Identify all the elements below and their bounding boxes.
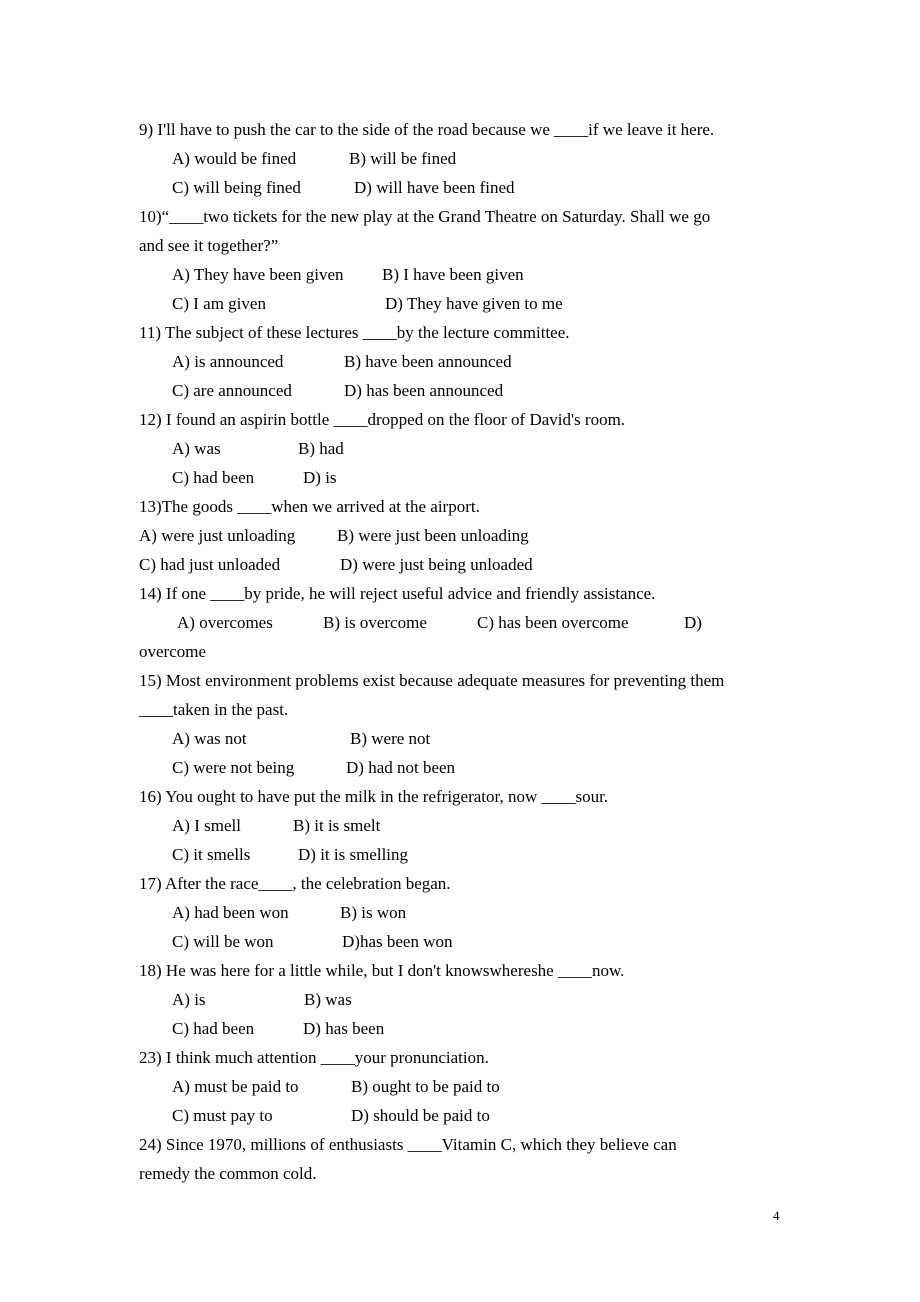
option-b: B) were just been unloading: [337, 526, 529, 545]
question-13-options-row-2: C) had just unloaded D) were just being …: [139, 555, 533, 575]
question-14-option-d-continuation: overcome: [139, 642, 207, 661]
question-13-options-row-1: A) were just unloading B) were just been…: [139, 526, 529, 546]
question-12-options-row-1: A) was B) had: [172, 439, 344, 459]
question-12-options-row-2: C) had been D) is: [172, 468, 337, 488]
option-d: D) should be paid to: [351, 1106, 490, 1125]
question-14-stem: 14) If one ____by pride, he will reject …: [139, 584, 656, 603]
option-d: D) had not been: [346, 758, 456, 777]
question-23-options-row-1: A) must be paid to B) ought to be paid t…: [172, 1077, 500, 1097]
question-16-options-row-1: A) I smell B) it is smelt: [172, 816, 380, 836]
option-b: B) was: [304, 990, 352, 1009]
page-number: 4: [773, 1208, 780, 1223]
question-15-stem-line-2: ____taken in the past.: [139, 700, 289, 719]
document-page: 9) I'll have to push the car to the side…: [0, 0, 920, 1302]
option-b: B) it is smelt: [293, 816, 381, 835]
option-c: C) will being fined: [172, 178, 301, 197]
question-23-options-row-2: C) must pay to D) should be paid to: [172, 1106, 490, 1126]
option-b: B) will be fined: [349, 149, 457, 168]
option-b: B) is won: [340, 903, 407, 922]
option-c: C) must pay to: [172, 1106, 273, 1125]
option-c: C) it smells: [172, 845, 251, 864]
question-14-options-row-1: A) overcomes B) is overcome C) has been …: [177, 613, 702, 633]
option-a: A) had been won: [172, 903, 289, 922]
question-11-options-row-1: A) is announced B) have been announced: [172, 352, 512, 372]
option-d: D) has been announced: [344, 381, 504, 400]
question-10-stem-line-1: 10)“____two tickets for the new play at …: [139, 207, 711, 226]
question-11-options-row-2: C) are announced D) has been announced: [172, 381, 503, 401]
option-d: D) is: [303, 468, 337, 487]
question-24-stem-line-2: remedy the common cold.: [139, 1164, 317, 1183]
question-17-stem: 17) After the race____, the celebration …: [139, 874, 451, 893]
question-9-options-row-1: A) would be fined B) will be fined: [172, 149, 456, 169]
option-d: D): [684, 613, 702, 632]
option-c: C) had been: [172, 1019, 255, 1038]
option-a: A) overcomes: [177, 613, 273, 632]
question-15-options-row-2: C) were not being D) had not been: [172, 758, 455, 778]
question-13-stem: 13)The goods ____when we arrived at the …: [139, 497, 480, 516]
question-24-stem-line-1: 24) Since 1970, millions of enthusiasts …: [139, 1135, 677, 1154]
question-18-stem: 18) He was here for a little while, but …: [139, 961, 625, 980]
option-b: B) ought to be paid to: [351, 1077, 500, 1096]
option-d: D)has been won: [342, 932, 453, 951]
question-15-options-row-1: A) was not B) were not: [172, 729, 430, 749]
option-a: A) is announced: [172, 352, 284, 371]
option-b: B) is overcome: [323, 613, 427, 632]
option-b: B) had: [298, 439, 344, 458]
option-a: A) would be fined: [172, 149, 297, 168]
option-b: B) were not: [350, 729, 431, 748]
question-15-stem-line-1: 15) Most environment problems exist beca…: [139, 671, 725, 690]
question-16-options-row-2: C) it smells D) it is smelling: [172, 845, 408, 865]
question-10-options-row-2: C) I am given D) They have given to me: [172, 294, 563, 314]
question-17-options-row-1: A) had been won B) is won: [172, 903, 406, 923]
option-d: D) were just being unloaded: [340, 555, 533, 574]
option-a: A) must be paid to: [172, 1077, 299, 1096]
question-9-options-row-2: C) will being fined D) will have been fi…: [172, 178, 515, 198]
option-a: A) were just unloading: [139, 526, 296, 545]
question-10-options-row-1: A) They have been given B) I have been g…: [172, 265, 524, 285]
question-11-stem: 11) The subject of these lectures ____by…: [139, 323, 570, 342]
option-c: C) are announced: [172, 381, 292, 400]
option-a: A) is: [172, 990, 206, 1009]
option-d: D) has been: [303, 1019, 385, 1038]
option-b: B) I have been given: [382, 265, 524, 284]
question-9-stem: 9) I'll have to push the car to the side…: [139, 120, 715, 139]
option-c: C) had just unloaded: [139, 555, 281, 574]
option-a: A) was: [172, 439, 221, 458]
question-12-stem: 12) I found an aspirin bottle ____droppe…: [139, 410, 626, 429]
option-d: D) it is smelling: [298, 845, 409, 864]
question-23-stem: 23) I think much attention ____your pron…: [139, 1048, 489, 1067]
question-10-stem-line-2: and see it together?”: [139, 236, 279, 255]
option-a: A) I smell: [172, 816, 241, 835]
option-d: D) They have given to me: [385, 294, 563, 313]
option-c: C) were not being: [172, 758, 295, 777]
option-a: A) was not: [172, 729, 247, 748]
option-c: C) has been overcome: [477, 613, 629, 632]
option-d: D) will have been fined: [354, 178, 515, 197]
option-c: C) I am given: [172, 294, 266, 313]
question-18-options-row-1: A) is B) was: [172, 990, 352, 1010]
question-16-stem: 16) You ought to have put the milk in th…: [139, 787, 609, 806]
question-18-options-row-2: C) had been D) has been: [172, 1019, 384, 1039]
option-c: C) will be won: [172, 932, 274, 951]
option-a: A) They have been given: [172, 265, 344, 284]
question-17-options-row-2: C) will be won D)has been won: [172, 932, 452, 952]
option-c: C) had been: [172, 468, 255, 487]
option-b: B) have been announced: [344, 352, 512, 371]
